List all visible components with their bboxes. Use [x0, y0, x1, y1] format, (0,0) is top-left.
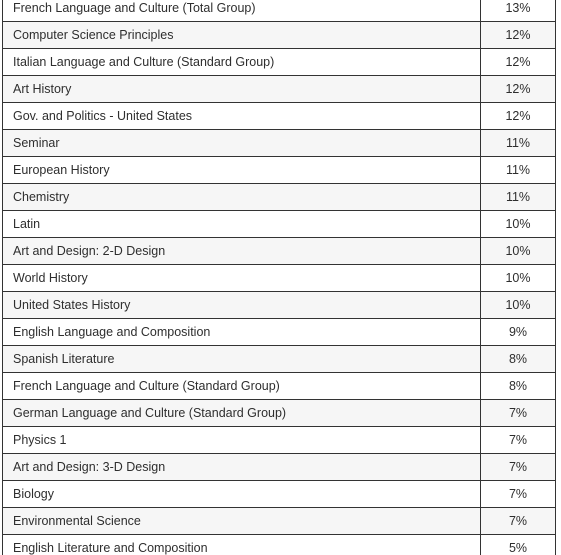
table-row: Spanish Literature 8% [2, 345, 556, 373]
table-row: French Language and Culture (Total Group… [2, 0, 556, 22]
cell-percent: 12% [480, 102, 556, 130]
cell-subject: Italian Language and Culture (Standard G… [2, 48, 481, 76]
cell-percent: 8% [480, 345, 556, 373]
cell-subject: English Literature and Composition [2, 534, 481, 555]
table-viewport: French Language and Culture (Total Group… [0, 0, 561, 555]
cell-subject: French Language and Culture (Total Group… [2, 0, 481, 22]
cell-subject: Environmental Science [2, 507, 481, 535]
table-row: Chemistry 11% [2, 183, 556, 211]
cell-percent: 7% [480, 453, 556, 481]
cell-subject: Gov. and Politics - United States [2, 102, 481, 130]
cell-percent: 7% [480, 426, 556, 454]
cell-subject: Physics 1 [2, 426, 481, 454]
table-row: European History 11% [2, 156, 556, 184]
table-row: English Literature and Composition 5% [2, 534, 556, 555]
score-distribution-table: French Language and Culture (Total Group… [2, 0, 556, 555]
table-row: French Language and Culture (Standard Gr… [2, 372, 556, 400]
table-row: Latin 10% [2, 210, 556, 238]
cell-percent: 10% [480, 210, 556, 238]
cell-percent: 10% [480, 237, 556, 265]
cell-subject: Computer Science Principles [2, 21, 481, 49]
cell-percent: 7% [480, 480, 556, 508]
cell-subject: French Language and Culture (Standard Gr… [2, 372, 481, 400]
cell-percent: 7% [480, 399, 556, 427]
table-row: German Language and Culture (Standard Gr… [2, 399, 556, 427]
cell-percent: 10% [480, 264, 556, 292]
cell-subject: World History [2, 264, 481, 292]
cell-subject: Art and Design: 2-D Design [2, 237, 481, 265]
table-row: Art and Design: 2-D Design 10% [2, 237, 556, 265]
table-body: French Language and Culture (Total Group… [2, 0, 556, 555]
table-row: Italian Language and Culture (Standard G… [2, 48, 556, 76]
cell-percent: 5% [480, 534, 556, 555]
cell-percent: 7% [480, 507, 556, 535]
cell-percent: 12% [480, 75, 556, 103]
table-row: United States History 10% [2, 291, 556, 319]
table-row: English Language and Composition 9% [2, 318, 556, 346]
table-row: Art and Design: 3-D Design 7% [2, 453, 556, 481]
table-row: Computer Science Principles 12% [2, 21, 556, 49]
table-row: Biology 7% [2, 480, 556, 508]
cell-subject: United States History [2, 291, 481, 319]
table-row: Environmental Science 7% [2, 507, 556, 535]
cell-subject: German Language and Culture (Standard Gr… [2, 399, 481, 427]
cell-percent: 9% [480, 318, 556, 346]
cell-percent: 11% [480, 183, 556, 211]
cell-subject: Biology [2, 480, 481, 508]
cell-percent: 10% [480, 291, 556, 319]
cell-percent: 12% [480, 21, 556, 49]
cell-subject: Art History [2, 75, 481, 103]
cell-percent: 13% [480, 0, 556, 22]
cell-subject: Seminar [2, 129, 481, 157]
cell-subject: Chemistry [2, 183, 481, 211]
table-row: Physics 1 7% [2, 426, 556, 454]
cell-subject: Latin [2, 210, 481, 238]
table-row: Seminar 11% [2, 129, 556, 157]
table-row: Gov. and Politics - United States 12% [2, 102, 556, 130]
cell-percent: 12% [480, 48, 556, 76]
cell-subject: European History [2, 156, 481, 184]
cell-percent: 11% [480, 129, 556, 157]
cell-subject: Spanish Literature [2, 345, 481, 373]
cell-percent: 8% [480, 372, 556, 400]
table-row: Art History 12% [2, 75, 556, 103]
table-row: World History 10% [2, 264, 556, 292]
cell-percent: 11% [480, 156, 556, 184]
cell-subject: English Language and Composition [2, 318, 481, 346]
cell-subject: Art and Design: 3-D Design [2, 453, 481, 481]
